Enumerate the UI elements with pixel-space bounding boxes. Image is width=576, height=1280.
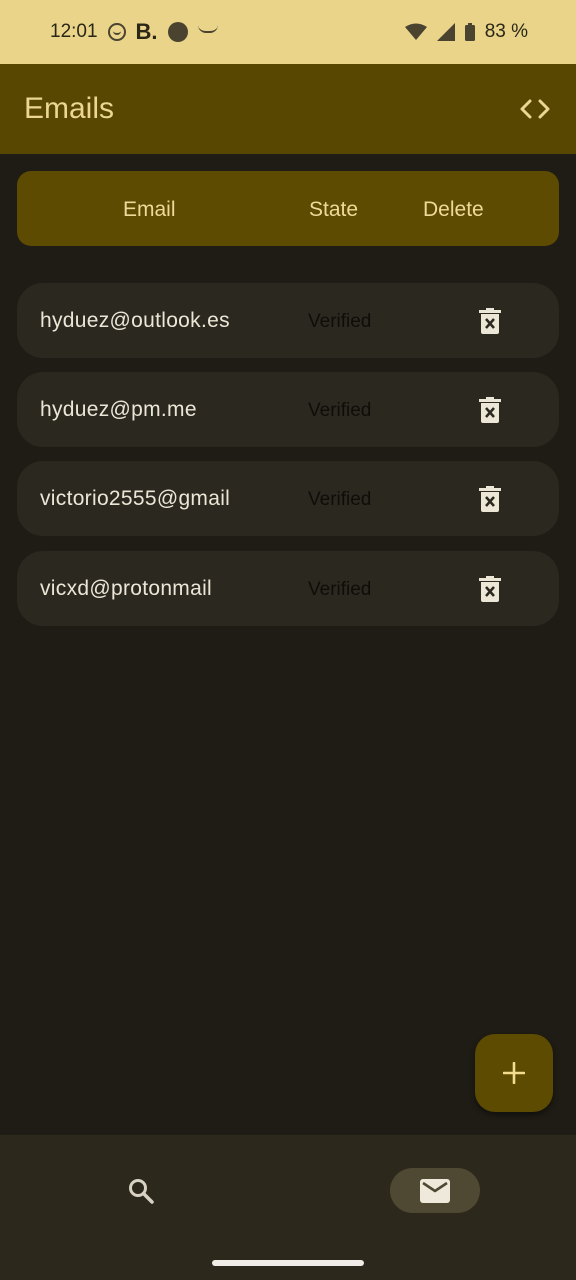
email-address: vicxd@protonmail [40, 577, 213, 600]
status-time: 12:01 [50, 21, 98, 42]
email-address: hyduez@outlook.es [40, 309, 230, 332]
code-icon[interactable] [518, 92, 552, 126]
nav-search-button[interactable] [120, 1170, 162, 1212]
wifi-icon [404, 23, 427, 40]
email-state: Verified [308, 311, 372, 332]
status-bar-right: 83 % [404, 21, 528, 43]
email-state: Verified [308, 579, 372, 600]
header-email: Email [123, 198, 176, 221]
email-state: Verified [308, 489, 372, 510]
email-row: hyduez@outlook.es Verified [17, 283, 559, 358]
table-header: Email State Delete [17, 171, 559, 246]
screen: 12:01 B. 83 % Emails Email State Delete … [0, 0, 576, 1280]
header-delete: Delete [423, 198, 484, 221]
header-state: State [309, 198, 359, 221]
app-bar: Emails [0, 64, 576, 154]
page-title: Emails [24, 92, 115, 125]
email-row: victorio2555@gmail Verified [17, 461, 559, 536]
email-row: hyduez@pm.me Verified [17, 372, 559, 447]
email-address: hyduez@pm.me [40, 398, 197, 421]
smile-icon [197, 25, 218, 33]
battery-icon [464, 23, 475, 41]
delete-forever-icon [479, 308, 501, 334]
delete-button[interactable] [476, 485, 504, 513]
search-icon [129, 1179, 154, 1204]
battery-percent: 83 % [484, 21, 528, 42]
add-email-button[interactable] [475, 1034, 553, 1112]
delete-button[interactable] [476, 575, 504, 603]
delete-button[interactable] [476, 307, 504, 335]
signal-icon [436, 23, 455, 41]
delete-button[interactable] [476, 396, 504, 424]
email-state: Verified [308, 400, 372, 421]
email-address: victorio2555@gmail [40, 487, 231, 510]
delete-forever-icon [479, 486, 501, 512]
nav-mail-button[interactable] [390, 1168, 480, 1213]
bottom-navigation [0, 1135, 576, 1280]
b-logo: B. [135, 19, 158, 44]
status-bar: 12:01 B. 83 % [0, 0, 576, 64]
cat-face-icon [107, 23, 126, 41]
plus-icon [503, 1062, 525, 1084]
email-row: vicxd@protonmail Verified [17, 551, 559, 626]
circle-icon [167, 22, 188, 42]
home-indicator[interactable] [212, 1260, 364, 1266]
delete-forever-icon [479, 397, 501, 423]
mail-icon [420, 1178, 450, 1203]
delete-forever-icon [479, 576, 501, 602]
status-bar-left: 12:01 B. [50, 19, 218, 45]
